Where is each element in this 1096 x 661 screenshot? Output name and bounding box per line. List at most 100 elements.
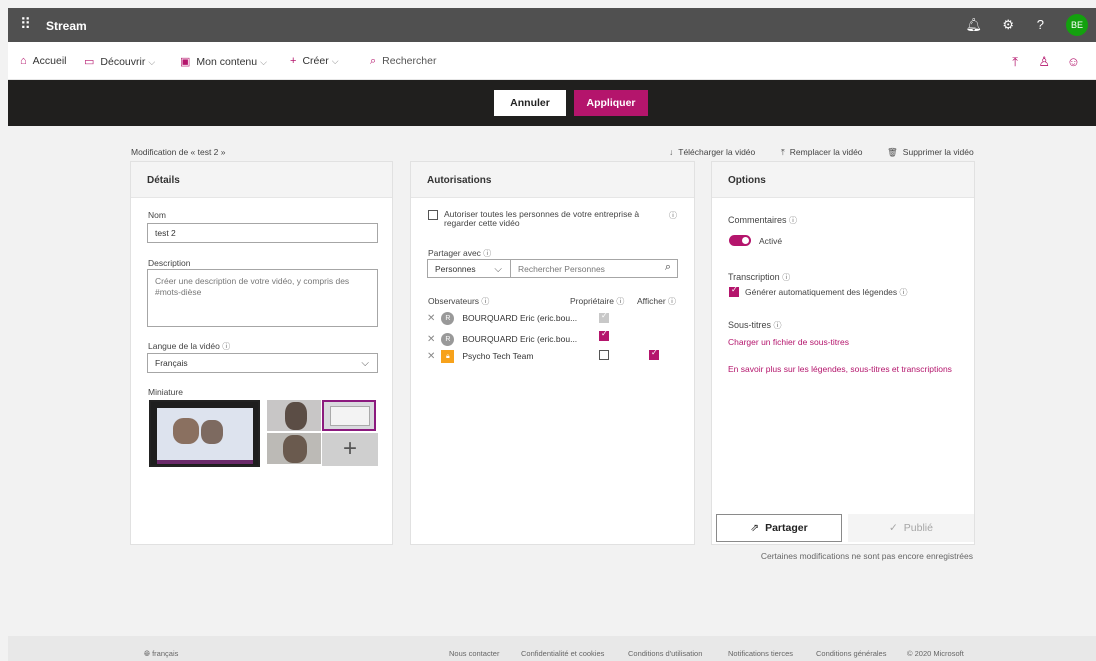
language-value: Français: [155, 358, 188, 368]
nav-accueil-label: Accueil: [32, 55, 67, 67]
footer-general-terms-link[interactable]: Conditions générales: [816, 649, 886, 658]
add-thumbnail-button[interactable]: +: [322, 433, 378, 466]
action-bar: Annuler Appliquer: [8, 80, 1096, 126]
allow-company-checkbox[interactable]: [428, 210, 438, 220]
chevron-down-icon: ⌵: [331, 56, 339, 66]
share-button[interactable]: ⇗ Partager: [716, 514, 842, 542]
waffle-icon[interactable]: ⠿: [20, 17, 31, 32]
share-button-label: Partager: [765, 522, 808, 534]
remove-icon[interactable]: ✕: [427, 351, 435, 362]
info-icon: ⓘ: [481, 297, 490, 306]
help-icon[interactable]: ?: [1037, 17, 1044, 32]
content-icon: ▣: [180, 56, 191, 68]
allow-company-label: Autoriser toutes les personnes de votre …: [444, 209, 640, 228]
options-title: Options: [712, 162, 974, 198]
chevron-down-icon: ⌵: [361, 358, 369, 369]
remove-icon[interactable]: ✕: [427, 334, 435, 345]
download-video-link[interactable]: ↓ Télécharger la vidéo: [669, 147, 755, 157]
group-name: Psycho Tech Team: [462, 350, 534, 361]
share-icon: ⇗: [750, 522, 760, 534]
footer-contact-link[interactable]: Nous contacter: [449, 649, 499, 658]
thumbnail-option[interactable]: [267, 433, 321, 464]
info-icon: ⓘ: [222, 342, 231, 351]
remove-icon[interactable]: ✕: [427, 313, 435, 324]
footer-terms-use-link[interactable]: Conditions d'utilisation: [628, 649, 702, 658]
info-icon: ⓘ: [668, 297, 677, 306]
nav-bar: ⌂ Accueil ▭ Découvrir ⌵ ▣ Mon contenu ⌵ + Crée…: [8, 42, 1096, 80]
user-icon[interactable]: ♙: [1038, 54, 1050, 70]
comments-toggle[interactable]: [729, 235, 751, 246]
table-row: ✕ 🔒︎ Psycho Tech Team: [427, 350, 533, 363]
nav-mon-contenu-label: Mon contenu: [196, 56, 258, 68]
comments-label: Commentaires ⓘ: [728, 215, 797, 226]
chevron-down-icon: ⌵: [260, 57, 267, 67]
person-name: BOURQUARD Eric (eric.bou...: [462, 312, 578, 323]
upload-icon: ⤒: [781, 147, 785, 157]
footer-third-party-link[interactable]: Notifications tierces: [728, 649, 793, 658]
avatar[interactable]: BE: [1066, 14, 1088, 36]
thumbnail-option[interactable]: [267, 400, 321, 431]
permissions-title: Autorisations: [411, 162, 694, 198]
display-header-text: Afficher: [637, 296, 666, 306]
upload-icon[interactable]: ⤒: [1012, 54, 1018, 70]
nav-search[interactable]: ⌕ Rechercher: [370, 55, 436, 68]
people-search-input[interactable]: Rechercher Personnes ⌕: [510, 259, 678, 278]
search-icon[interactable]: ⌕: [665, 261, 671, 274]
nav-accueil[interactable]: ⌂ Accueil: [20, 55, 67, 67]
nav-creer[interactable]: + Créer ⌵: [290, 55, 339, 67]
nav-mon-contenu[interactable]: ▣ Mon contenu ⌵: [180, 55, 267, 68]
nav-decouvrir-label: Découvrir: [100, 56, 146, 68]
share-type-select[interactable]: Personnes ⌵: [427, 259, 511, 278]
footer: 🌐︎ français Nous contacter Confidentiali…: [8, 636, 1096, 661]
download-video-label: Télécharger la vidéo: [678, 147, 756, 157]
unsaved-changes-note: Certaines modifications ne sont pas enco…: [760, 551, 973, 561]
footer-copyright: © 2020 Microsoft: [907, 649, 964, 658]
description-placeholder: Créer une description de votre vidéo, y …: [155, 276, 350, 297]
transcription-label: Transcription ⓘ: [728, 272, 790, 283]
subtitles-label: Sous-titres ⓘ: [728, 320, 782, 331]
table-row: ✕ R BOURQUARD Eric (eric.bou...: [427, 333, 577, 346]
chevron-down-icon: ⌵: [148, 57, 156, 67]
options-panel: Options Commentaires ⓘ Activé Transcript…: [711, 161, 975, 545]
nav-decouvrir[interactable]: ▭ Découvrir ⌵: [84, 55, 155, 68]
thumbnail-screen: [330, 406, 370, 426]
smiley-icon[interactable]: ☺: [1067, 54, 1080, 69]
permissions-panel: Autorisations Autoriser toutes les perso…: [410, 161, 695, 545]
description-input[interactable]: Créer une description de votre vidéo, y …: [147, 269, 378, 327]
people-search-placeholder: Rechercher Personnes: [518, 264, 605, 274]
owner-checkbox[interactable]: [599, 350, 609, 360]
download-icon: ↓: [669, 147, 674, 157]
discover-icon: ▭: [84, 56, 95, 68]
subtitles-label-text: Sous-titres: [728, 320, 772, 330]
thumbnail-face: [285, 402, 307, 430]
share-with-label-text: Partager avec: [428, 248, 481, 258]
owner-checkbox[interactable]: [599, 329, 609, 341]
owner-checkbox[interactable]: [599, 311, 609, 323]
cancel-button[interactable]: Annuler: [494, 90, 566, 116]
observers-header-text: Observateurs: [428, 296, 480, 306]
replace-video-label: Remplacer la vidéo: [789, 147, 863, 157]
thumbnail-selected[interactable]: [149, 400, 260, 467]
info-icon: ⓘ: [773, 321, 782, 330]
name-input[interactable]: test 2: [147, 223, 378, 243]
apply-button[interactable]: Appliquer: [574, 90, 648, 116]
chevron-down-icon: ⌵: [494, 264, 502, 275]
learn-more-link[interactable]: En savoir plus sur les légendes, sous-ti…: [728, 364, 952, 374]
observers-header: Observateurs ⓘ: [428, 296, 489, 307]
footer-privacy-link[interactable]: Confidentialité et cookies: [521, 649, 604, 658]
footer-language[interactable]: 🌐︎ français: [144, 649, 178, 659]
delete-video-link[interactable]: 🗑︎ Supprimer la vidéo: [887, 147, 974, 158]
language-label: Langue de la vidéo ⓘ: [148, 341, 230, 352]
suite-bar: ⠿ Stream 🔔︎ ⚙ ? BE: [8, 8, 1096, 42]
auto-captions-checkbox[interactable]: [729, 285, 739, 297]
gear-icon[interactable]: ⚙: [1002, 17, 1014, 33]
language-select[interactable]: Français ⌵: [147, 353, 378, 373]
upload-subtitles-link[interactable]: Charger un fichier de sous-titres: [728, 337, 849, 347]
trash-icon: 🗑︎: [887, 147, 898, 157]
thumbnail-option-selected[interactable]: [322, 400, 376, 431]
replace-video-link[interactable]: ⤒ Remplacer la vidéo: [781, 147, 863, 158]
thumbnail-bar: [157, 460, 253, 464]
bell-icon[interactable]: 🔔︎: [965, 17, 982, 33]
display-checkbox[interactable]: [649, 348, 659, 360]
app-name[interactable]: Stream: [46, 19, 87, 33]
